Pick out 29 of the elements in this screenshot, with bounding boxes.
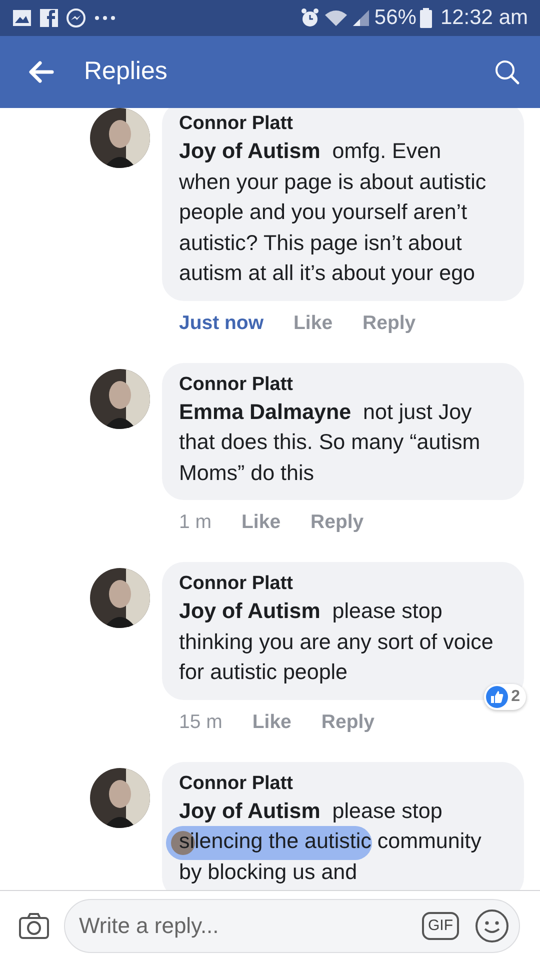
camera-icon[interactable] — [18, 912, 50, 940]
messenger-icon — [66, 8, 86, 28]
signal-icon — [352, 9, 370, 27]
battery-percent: 56% — [374, 5, 416, 32]
back-arrow-icon[interactable] — [28, 61, 54, 83]
more-icon — [94, 15, 116, 21]
comment-time: 15 m — [179, 710, 222, 734]
search-icon[interactable] — [494, 59, 520, 85]
thumbs-up-icon — [486, 686, 508, 708]
battery-icon — [420, 8, 432, 28]
author-name[interactable]: Connor Platt — [179, 372, 508, 396]
comment-text: Emma Dalmayne not just Joy that does this. So many “autism Moms” do this — [179, 398, 482, 486]
clock-time: 12:32 am — [440, 5, 528, 32]
page-title: Replies — [84, 56, 168, 88]
author-name[interactable]: Connor Platt — [179, 772, 508, 796]
reply-input-field[interactable]: Write a reply... GIF — [64, 898, 520, 952]
author-name[interactable]: Connor Platt — [179, 112, 508, 136]
gif-button[interactable]: GIF — [422, 912, 459, 940]
author-name[interactable]: Connor Platt — [179, 572, 508, 596]
gallery-icon — [12, 9, 32, 27]
wifi-icon — [324, 9, 348, 27]
comment-time: Just now — [179, 310, 264, 336]
alarm-icon — [300, 8, 320, 28]
comment-time: 1 m — [179, 510, 212, 535]
reaction-count: 2 — [484, 684, 526, 710]
comment-text: Joy of Autism please stop thinking you are any sort of voice for autistic people — [179, 598, 494, 686]
emoji-icon[interactable] — [475, 908, 509, 942]
facebook-icon — [40, 9, 58, 27]
comment-text: Joy of Autism omfg. Even when your page is about autistic people and you yourself aren’t autistic? This page isn’t about autism at all it’s about your ego — [179, 138, 488, 287]
